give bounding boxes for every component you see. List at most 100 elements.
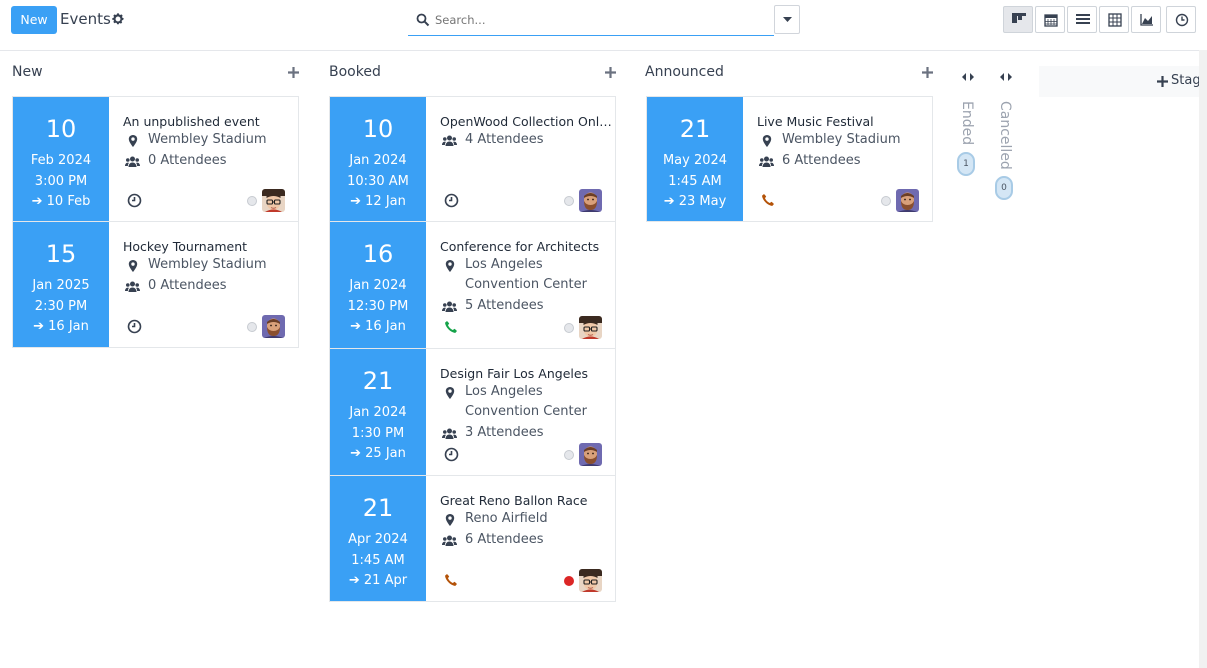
avatar[interactable] xyxy=(579,569,602,592)
status-dot[interactable] xyxy=(247,196,257,206)
status-dot[interactable] xyxy=(881,196,891,206)
event-title: OpenWood Collection Onli... xyxy=(440,115,612,129)
event-location-text: Wembley Stadium xyxy=(782,132,901,147)
event-title: An unpublished event xyxy=(123,115,260,129)
event-end-date: ➔ 21 Apr xyxy=(348,573,408,588)
kanban-icon xyxy=(1012,13,1026,23)
vertical-scrollbar[interactable] xyxy=(1199,50,1207,668)
event-attendees: 3 Attendees xyxy=(440,423,612,443)
event-location-text: Los Angeles xyxy=(465,384,543,399)
column-header-booked: Booked xyxy=(329,64,616,84)
event-card[interactable]: 21 May 2024 1:45 AM ➔ 23 May Live Music Fest… xyxy=(646,96,933,222)
event-attendees-text: 5 Attendees xyxy=(465,298,544,313)
event-info: Live Music Festival Wembley Stadium 6 Atte… xyxy=(757,115,929,171)
event-attendees: 5 Attendees xyxy=(440,296,612,316)
plus-icon xyxy=(1157,76,1168,87)
users-icon xyxy=(442,534,457,554)
status-dot[interactable] xyxy=(564,323,574,333)
event-location-text: Convention Center xyxy=(465,277,587,292)
phone-icon[interactable] xyxy=(444,320,460,336)
calendar-icon xyxy=(1044,14,1058,27)
event-month: Jan 2025 xyxy=(32,278,90,293)
event-time: 2:30 PM xyxy=(34,299,88,314)
event-end-date: ➔ 16 Jan xyxy=(350,319,406,334)
control-panel: New Events xyxy=(0,0,1207,51)
event-attendees-text: 0 Attendees xyxy=(148,278,227,293)
event-location: Wembley Stadium xyxy=(123,255,295,275)
event-card[interactable]: 21 Jan 2024 1:30 PM ➔ 25 Jan Design Fair Los… xyxy=(329,348,616,476)
column-title: Booked xyxy=(329,64,381,80)
folded-column-label: Ended xyxy=(959,101,975,146)
plus-icon[interactable] xyxy=(922,67,933,78)
search-input[interactable] xyxy=(435,11,765,29)
event-month: May 2024 xyxy=(662,153,728,168)
status-dot[interactable] xyxy=(564,196,574,206)
users-icon xyxy=(125,280,140,300)
event-day: 15 xyxy=(45,240,77,268)
clock-icon[interactable] xyxy=(444,447,460,463)
status-dot[interactable] xyxy=(564,576,574,586)
calendar-view-button[interactable] xyxy=(1035,6,1065,33)
event-date-panel: 21 May 2024 1:45 AM ➔ 23 May xyxy=(647,97,743,221)
status-dot[interactable] xyxy=(564,450,574,460)
phone-icon[interactable] xyxy=(761,193,777,209)
avatar[interactable] xyxy=(262,315,285,338)
clock-icon xyxy=(1175,13,1189,27)
event-location: Los Angeles xyxy=(440,382,612,402)
clock-icon[interactable] xyxy=(127,193,143,209)
event-time: 1:45 AM xyxy=(351,553,405,568)
graph-view-button[interactable] xyxy=(1131,6,1161,33)
event-end-date: ➔ 10 Feb xyxy=(31,194,91,209)
phone-icon[interactable] xyxy=(444,573,460,589)
add-stage-button[interactable]: Stage xyxy=(1039,66,1207,97)
avatar[interactable] xyxy=(579,189,602,212)
gear-icon[interactable] xyxy=(111,12,125,26)
pivot-view-button[interactable] xyxy=(1099,6,1129,33)
column-title: New xyxy=(12,64,43,80)
event-info: An unpublished event Wembley Stadium 0 Att… xyxy=(123,115,295,171)
event-card[interactable]: 10 Jan 2024 10:30 AM ➔ 12 Jan OpenWood Colle… xyxy=(329,96,616,222)
avatar[interactable] xyxy=(262,189,285,212)
event-date-panel: 21 Jan 2024 1:30 PM ➔ 25 Jan xyxy=(330,349,426,475)
event-attendees: 4 Attendees xyxy=(440,130,612,150)
expand-arrows-icon xyxy=(1000,73,1012,81)
event-card[interactable]: 15 Jan 2025 2:30 PM ➔ 16 Jan Hockey Tourname… xyxy=(12,221,299,348)
event-end-date: ➔ 16 Jan xyxy=(33,319,89,334)
plus-icon[interactable] xyxy=(288,67,299,78)
plus-icon[interactable] xyxy=(605,67,616,78)
folded-column-count: 1 xyxy=(957,152,975,176)
event-month: Feb 2024 xyxy=(30,153,92,168)
column-header-new: New xyxy=(12,64,299,84)
users-icon xyxy=(442,134,457,154)
event-title: Design Fair Los Angeles xyxy=(440,367,589,381)
kanban-view-button[interactable] xyxy=(1003,6,1033,33)
folded-column-count: 0 xyxy=(995,176,1013,200)
users-icon xyxy=(125,155,140,175)
clock-icon[interactable] xyxy=(127,319,143,335)
event-location: Wembley Stadium xyxy=(757,130,929,150)
search-options-toggle[interactable] xyxy=(774,5,800,34)
event-card[interactable]: 16 Jan 2024 12:30 PM ➔ 16 Jan Conference for… xyxy=(329,221,616,349)
new-button[interactable]: New xyxy=(11,6,57,34)
event-time: 1:45 AM xyxy=(668,174,722,189)
event-end-date: ➔ 12 Jan xyxy=(350,194,406,209)
event-end-date: ➔ 23 May xyxy=(663,194,727,209)
status-dot[interactable] xyxy=(247,322,257,332)
event-location: Wembley Stadium xyxy=(123,130,295,150)
event-month: Jan 2024 xyxy=(349,153,407,168)
clock-icon[interactable] xyxy=(444,193,460,209)
event-info: Design Fair Los Angeles Los Angeles Conven… xyxy=(440,367,612,443)
event-time: 12:30 PM xyxy=(347,299,409,314)
list-view-button[interactable] xyxy=(1067,6,1097,33)
avatar[interactable] xyxy=(579,316,602,339)
event-card[interactable]: 21 Apr 2024 1:45 AM ➔ 21 Apr Great Reno Ball… xyxy=(329,475,616,602)
event-title: Hockey Tournament xyxy=(123,240,248,254)
event-end-date: ➔ 25 Jan xyxy=(350,446,406,461)
event-card[interactable]: 10 Feb 2024 3:00 PM ➔ 10 Feb An unpublished … xyxy=(12,96,299,222)
event-attendees-text: 3 Attendees xyxy=(465,425,544,440)
avatar[interactable] xyxy=(896,189,919,212)
event-day: 21 xyxy=(362,494,394,522)
event-date-panel: 10 Jan 2024 10:30 AM ➔ 12 Jan xyxy=(330,97,426,221)
avatar[interactable] xyxy=(579,443,602,466)
activity-view-button[interactable] xyxy=(1166,6,1196,33)
